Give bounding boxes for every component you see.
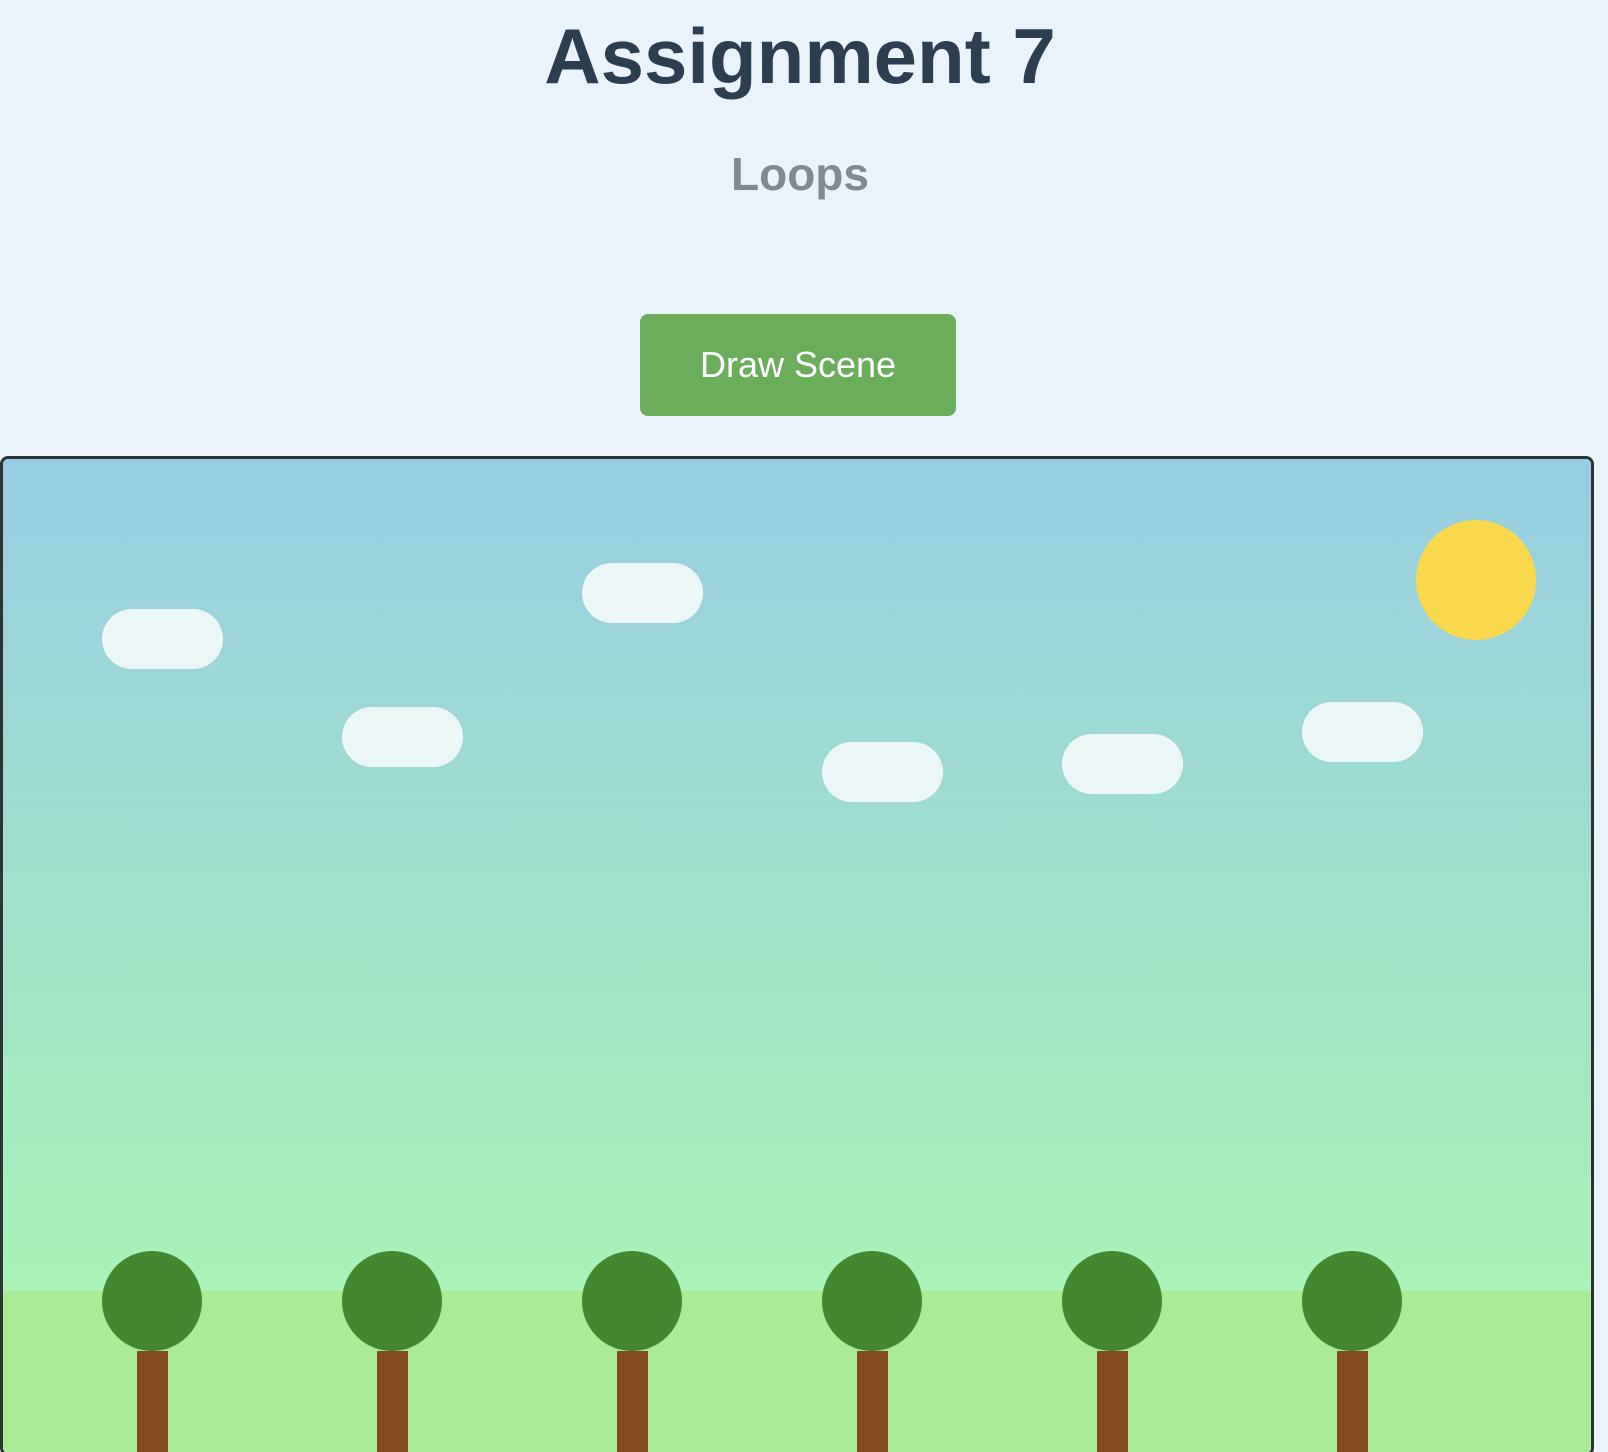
- tree-foliage: [822, 1251, 922, 1351]
- sky: [3, 459, 1591, 1291]
- sun-icon: [1416, 520, 1536, 640]
- tree-trunk: [377, 1351, 408, 1452]
- tree-trunk: [857, 1351, 888, 1452]
- tree-trunk: [617, 1351, 648, 1452]
- tree-foliage: [342, 1251, 442, 1351]
- tree-foliage: [1302, 1251, 1402, 1351]
- cloud: [102, 609, 223, 669]
- tree-foliage: [1062, 1251, 1162, 1351]
- cloud: [582, 563, 703, 623]
- tree-foliage: [102, 1251, 202, 1351]
- draw-scene-button[interactable]: Draw Scene: [640, 314, 956, 416]
- cloud: [1062, 734, 1183, 794]
- scene-canvas: [0, 456, 1594, 1452]
- page-subtitle: Loops: [731, 148, 869, 200]
- tree-foliage: [582, 1251, 682, 1351]
- cloud: [822, 742, 943, 802]
- assignment-page: Assignment 7 Loops Draw Scene: [0, 0, 1608, 1452]
- tree-trunk: [1337, 1351, 1368, 1452]
- page-title: Assignment 7: [544, 12, 1056, 100]
- cloud: [1302, 702, 1423, 762]
- scene-svg: [3, 459, 1591, 1452]
- tree-trunk: [1097, 1351, 1128, 1452]
- tree-trunk: [137, 1351, 168, 1452]
- cloud: [342, 707, 463, 767]
